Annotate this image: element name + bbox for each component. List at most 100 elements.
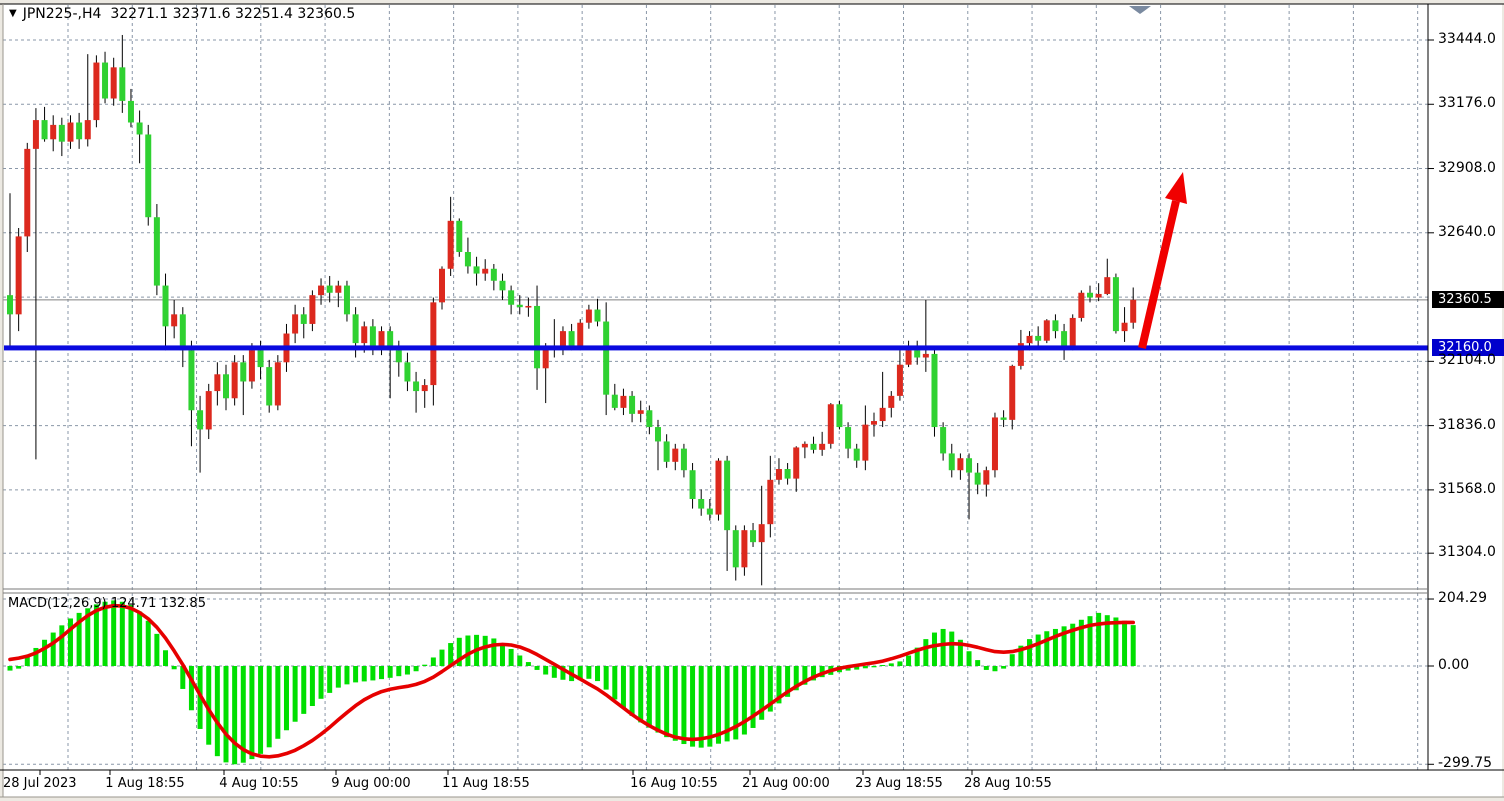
macd-histogram-bar <box>638 666 643 722</box>
macd-histogram-bar <box>1122 621 1127 666</box>
candle-body <box>569 331 575 345</box>
macd-histogram-bar <box>690 666 695 747</box>
candle-body <box>690 470 696 499</box>
candle-body <box>430 302 436 385</box>
candle-body <box>448 221 454 269</box>
macd-histogram-bar <box>880 665 885 666</box>
candle-body <box>232 362 238 398</box>
candle-body <box>301 314 307 324</box>
macd-histogram-bar <box>301 666 306 714</box>
candle-body <box>517 305 523 307</box>
candle-body <box>223 374 229 398</box>
candle-body <box>439 269 445 303</box>
candle-body <box>525 306 531 308</box>
candle-body <box>1096 294 1102 298</box>
candle-body <box>33 120 39 149</box>
candle-body <box>67 122 73 141</box>
candle-body <box>741 530 747 567</box>
macd-histogram-bar <box>293 666 298 722</box>
macd-histogram-bar <box>630 666 635 716</box>
candle-body <box>1078 293 1084 318</box>
candle-body <box>672 449 678 462</box>
macd-histogram-bar <box>310 666 315 706</box>
macd-histogram-bar <box>344 666 349 684</box>
macd-histogram-bar <box>923 639 928 666</box>
macd-histogram-bar <box>1044 631 1049 666</box>
macd-histogram-bar <box>673 666 678 741</box>
macd-histogram-bar <box>103 602 108 666</box>
candle-body <box>655 427 661 441</box>
candle-body <box>897 365 903 396</box>
macd-histogram-bar <box>897 661 902 666</box>
candle-body <box>759 524 765 542</box>
macd-histogram-bar <box>319 666 324 699</box>
macd-histogram-bar <box>42 640 47 666</box>
macd-histogram-bar <box>1096 613 1101 666</box>
macd-histogram-bar <box>465 636 470 666</box>
candle-body <box>646 410 652 427</box>
candle-body <box>465 252 471 266</box>
candle-body <box>871 421 877 425</box>
macd-histogram-bar <box>526 662 531 666</box>
support-line[interactable] <box>4 345 1428 350</box>
candle-body <box>577 323 583 346</box>
macd-histogram-bar <box>932 633 937 666</box>
macd-histogram-bar <box>137 612 142 666</box>
chart-canvas[interactable] <box>0 0 1504 801</box>
macd-histogram-bar <box>681 666 686 744</box>
candle-body <box>413 381 419 391</box>
candle-body <box>318 286 324 296</box>
up-arrow-head[interactable] <box>1165 172 1187 204</box>
macd-histogram-bar <box>1001 666 1006 669</box>
candle-body <box>733 530 739 567</box>
candle-body <box>93 63 99 121</box>
candle-body <box>854 449 860 461</box>
macd-histogram-bar <box>172 666 177 669</box>
candle-body <box>629 396 635 414</box>
candle-body <box>344 286 350 315</box>
candle-body <box>16 236 22 314</box>
macd-histogram-bar <box>1010 654 1015 666</box>
candle-body <box>76 122 82 139</box>
macd-histogram-bar <box>949 632 954 666</box>
macd-histogram-bar <box>872 666 877 667</box>
macd-histogram-bar <box>258 666 263 754</box>
candle-body <box>491 269 497 281</box>
candle-body <box>508 290 514 304</box>
candle-body <box>111 67 117 98</box>
macd-histogram-bar <box>189 666 194 710</box>
candle-body <box>119 67 125 101</box>
up-arrow-shaft[interactable] <box>1142 201 1176 348</box>
candle-body <box>59 125 65 142</box>
candle-body <box>664 441 670 461</box>
macd-histogram-bar <box>370 666 375 680</box>
candle-body <box>603 322 609 395</box>
macd-histogram-bar <box>975 660 980 666</box>
candle-body <box>992 417 998 470</box>
candle-body <box>309 295 315 324</box>
macd-histogram-bar <box>1113 617 1118 666</box>
candle-body <box>949 453 955 470</box>
macd-histogram-bar <box>1131 625 1136 666</box>
candle-body <box>1070 318 1076 348</box>
candle-body <box>1052 320 1058 331</box>
candle-body <box>560 331 566 347</box>
candle-body <box>1061 331 1067 348</box>
candle-body <box>612 395 618 408</box>
candle-body <box>698 499 704 509</box>
macd-histogram-bar <box>431 657 436 666</box>
macd-histogram-bar <box>1027 639 1032 666</box>
candle-body <box>474 266 480 273</box>
macd-histogram-bar <box>163 650 168 666</box>
macd-histogram-bar <box>232 666 237 764</box>
candle-body <box>102 63 108 99</box>
candle-body <box>266 367 272 405</box>
macd-histogram-bar <box>414 666 419 671</box>
candle-body <box>404 362 410 381</box>
candle-body <box>940 427 946 453</box>
macd-histogram-bar <box>604 666 609 690</box>
macd-histogram-bar <box>154 634 159 666</box>
macd-histogram-bar <box>992 666 997 671</box>
macd-histogram-bar <box>16 666 21 669</box>
macd-histogram-bar <box>422 665 427 666</box>
